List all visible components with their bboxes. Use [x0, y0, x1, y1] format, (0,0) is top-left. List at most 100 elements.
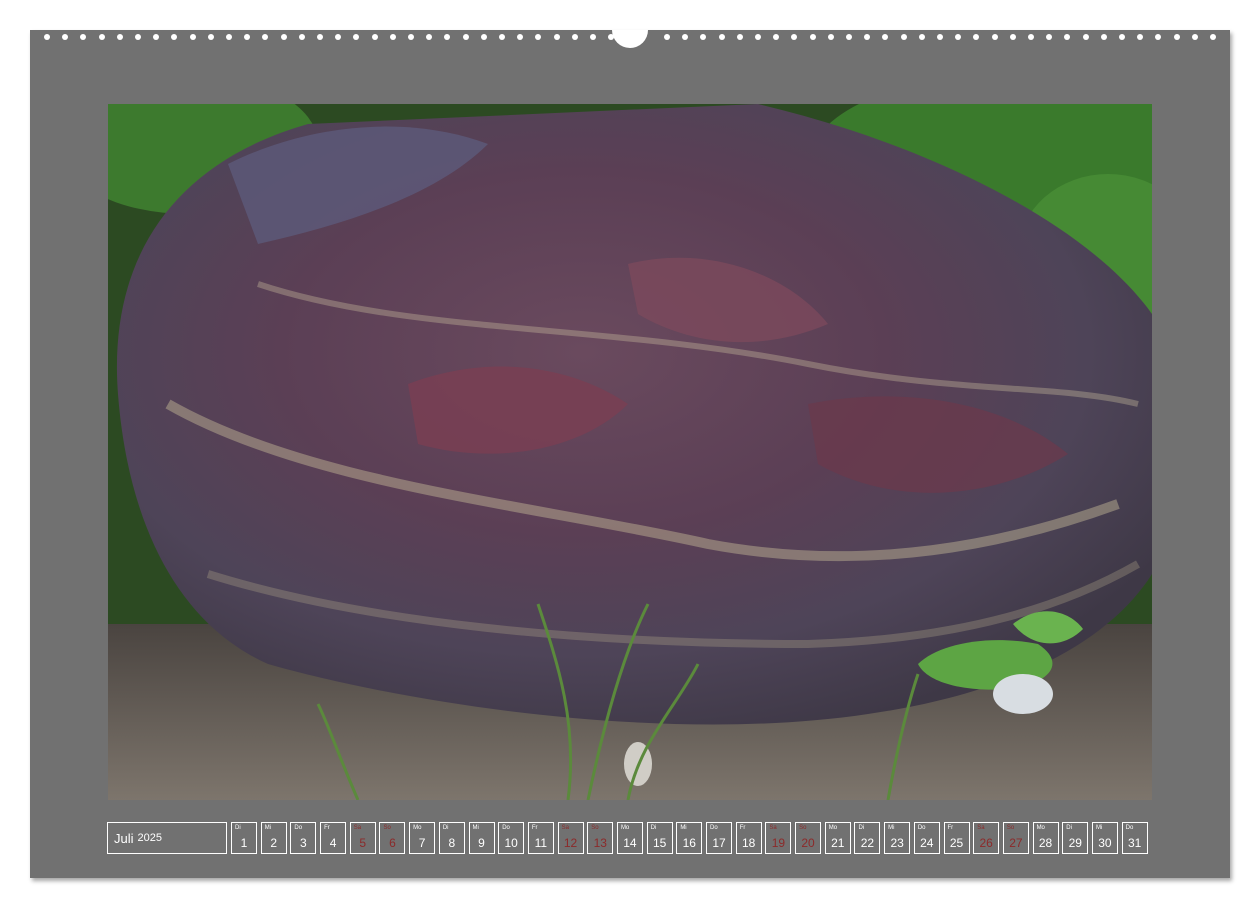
weekday-label: So: [591, 825, 599, 831]
calendar-day: Do 24: [913, 822, 940, 854]
binding-hole: [262, 34, 269, 40]
binding-hole: [846, 34, 852, 40]
calendar-day: So 27: [1002, 822, 1029, 854]
binding-hole: [1082, 34, 1089, 40]
day-number: 17: [712, 836, 726, 850]
calendar-day: Mo 21: [824, 822, 851, 854]
binding-hole: [171, 34, 178, 40]
calendar-day: Di 29: [1062, 822, 1089, 854]
weekday-label: Do: [502, 825, 510, 831]
binding-hole: [517, 34, 524, 40]
calendar-day: So 20: [795, 822, 822, 854]
binding-hole: [80, 34, 87, 40]
binding-hole: [864, 34, 871, 40]
calendar-day: Fr 25: [943, 822, 970, 854]
day-number: 5: [359, 836, 367, 850]
binding-hole: [553, 34, 560, 40]
weekday-label: Di: [650, 825, 657, 831]
month-year: 2025: [137, 832, 162, 844]
day-list: Di 1 Mi 2 Do 3 Fr 4 Sa 5 So 6 Mo 7 Di 8 Mi 9 Do 10 Fr 11 Sa 12 S…: [231, 822, 1151, 854]
binding-hole: [153, 34, 160, 40]
binding-hole: [353, 34, 360, 40]
binding-hole: [1064, 34, 1071, 40]
binding-hole: [116, 34, 123, 40]
binding-hole: [317, 34, 323, 40]
weekday-label: Fr: [324, 825, 330, 831]
weekday-label: Di: [235, 825, 241, 831]
calendar-day: Do 17: [706, 822, 732, 854]
binding-hole: [1155, 34, 1162, 40]
binding-hole: [682, 34, 689, 40]
binding-hole: [1046, 34, 1053, 40]
calendar-day: Fr 11: [527, 822, 554, 854]
binding-hole: [408, 34, 414, 40]
binding-hole: [244, 34, 251, 40]
binding-hole: [1100, 34, 1107, 40]
calendar-day: Do 31: [1121, 822, 1148, 854]
day-number: 23: [890, 836, 904, 850]
weekday-label: Di: [858, 825, 865, 831]
day-number: 22: [860, 836, 875, 850]
weekday-label: Sa: [769, 825, 777, 831]
binding-hole: [335, 34, 342, 40]
binding-hole: [700, 34, 707, 40]
day-number: 13: [593, 836, 607, 850]
weekday-label: Fr: [739, 825, 746, 831]
day-number: 25: [949, 836, 964, 850]
binding-hole: [298, 34, 305, 40]
day-number: 26: [979, 836, 993, 850]
day-number: 11: [534, 836, 548, 850]
weekday-label: Sa: [561, 825, 569, 831]
day-number: 4: [329, 836, 337, 850]
white-pebble: [993, 674, 1053, 714]
weekday-label: Fr: [947, 825, 954, 831]
weekday-label: Mi: [1095, 825, 1103, 831]
day-number: 15: [652, 836, 667, 850]
binding-hole: [718, 34, 725, 40]
day-number: 7: [418, 836, 426, 850]
calendar-day: Di 22: [854, 822, 881, 854]
binding-hole: [462, 34, 469, 40]
weekday-label: Do: [917, 825, 926, 831]
weekday-label: Mo: [1036, 825, 1045, 831]
weekday-label: Di: [1066, 825, 1072, 831]
binding-hole: [791, 34, 798, 40]
calendar-strip: Juli 2025 Di 1 Mi 2 Do 3 Fr 4 Sa 5 So 6 Mo 7 Di 8 Mi 9 Do 1…: [107, 822, 1151, 854]
calendar-day: Sa 26: [973, 822, 1000, 854]
calendar-day: Di 15: [646, 822, 673, 854]
calendar-day: Sa 5: [349, 822, 376, 854]
month-name: Juli: [114, 830, 134, 846]
weekday-label: Mi: [264, 825, 272, 831]
binding-hole: [590, 34, 596, 40]
weekday-label: Di: [442, 825, 449, 831]
weekday-label: So: [1006, 825, 1015, 831]
binding-hole: [937, 34, 943, 40]
day-number: 6: [389, 836, 396, 850]
calendar-day: Mi 2: [260, 822, 287, 854]
calendar-day: Sa 12: [557, 822, 584, 854]
binding-hole: [900, 34, 907, 40]
weekday-label: Do: [710, 825, 718, 831]
calendar-day: Mi 30: [1091, 822, 1118, 854]
rock-photo: [108, 104, 1152, 800]
day-number: 29: [1068, 836, 1082, 850]
binding-hole: [664, 34, 670, 40]
binding-hole: [827, 34, 834, 40]
binding-hole: [571, 34, 578, 40]
weekday-label: Sa: [353, 825, 362, 831]
binding-hole: [189, 34, 196, 40]
binding-hole: [444, 34, 451, 40]
calendar-day: So 6: [379, 822, 406, 854]
weekday-label: Mi: [680, 825, 687, 831]
calendar-day: Mi 16: [676, 822, 703, 854]
binding-hole: [773, 34, 780, 40]
day-number: 30: [1098, 836, 1112, 850]
calendar-day: Mo 7: [409, 822, 436, 854]
calendar-day: Mi 23: [884, 822, 911, 854]
binding-hole: [973, 34, 980, 40]
calendar-day: Mi 9: [468, 822, 495, 854]
binding-hole: [1191, 34, 1198, 40]
day-number: 16: [682, 836, 696, 850]
calendar-day: So 13: [587, 822, 614, 854]
binding-hole: [226, 34, 232, 40]
